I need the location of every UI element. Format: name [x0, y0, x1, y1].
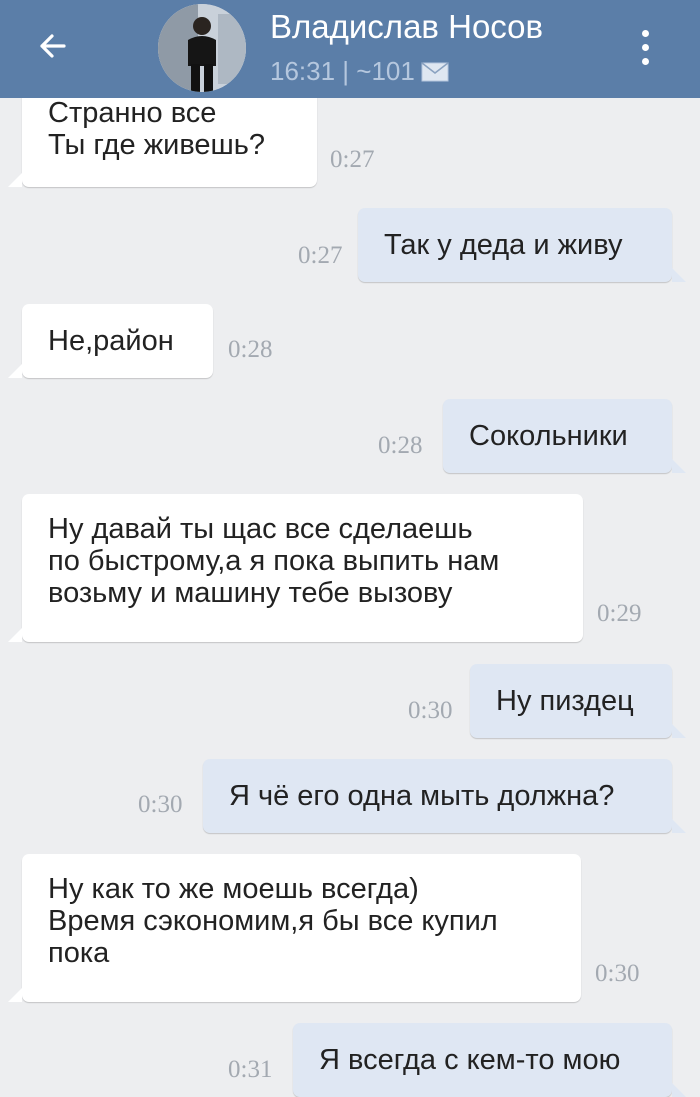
status-text: 16:31 | ~101	[270, 56, 415, 86]
contact-status: 16:31 | ~101	[270, 56, 449, 87]
outgoing-message-bubble[interactable]: Я всегда с кем-то мою	[293, 1023, 686, 1097]
message-time: 0:28	[228, 336, 273, 363]
message-time: 0:30	[138, 791, 183, 818]
message-time: 0:27	[298, 242, 343, 269]
outgoing-message-bubble[interactable]: Ну пиздец	[470, 664, 686, 738]
contact-name[interactable]: Владислав Носов	[270, 8, 543, 46]
message-time: 0:28	[378, 432, 423, 459]
message-text: Так у деда и живу	[384, 229, 623, 261]
arrow-left-icon[interactable]	[34, 26, 74, 66]
message-text: Ну пиздец	[496, 685, 634, 717]
more-vertical-icon[interactable]	[626, 26, 666, 70]
outgoing-message-bubble[interactable]: Сокольники	[443, 399, 686, 473]
avatar[interactable]	[158, 4, 246, 92]
incoming-message-bubble[interactable]: Не,район	[8, 304, 213, 378]
message-text: Я всегда с кем-то мою	[319, 1044, 621, 1076]
outgoing-message-bubble[interactable]: Так у деда и живу	[358, 208, 686, 282]
message-text: пока	[48, 937, 110, 969]
message-text: Ну как то же моешь всегда)	[48, 873, 419, 905]
message-text: по быстрому,а я пока выпить нам	[48, 545, 500, 577]
message-text: Ну давай ты щас все сделаешь	[48, 513, 473, 545]
envelope-icon	[421, 61, 449, 81]
message-text: Время сэкономим,я бы все купил	[48, 905, 498, 937]
message-text: Сокольники	[469, 420, 628, 452]
outgoing-message-bubble[interactable]: Я чё его одна мыть должна?	[203, 759, 686, 833]
incoming-message-bubble[interactable]: Ну как то же моешь всегда) Время сэкономи…	[8, 854, 581, 1002]
message-time: 0:31	[228, 1056, 273, 1083]
message-time: 0:27	[330, 146, 375, 173]
message-time: 0:30	[408, 697, 453, 724]
message-text: возьму и машину тебе вызову	[48, 577, 453, 609]
message-text: Странно все	[48, 97, 217, 129]
message-time: 0:30	[595, 960, 640, 987]
message-text: Не,район	[48, 325, 174, 357]
incoming-message-bubble[interactable]: Странно все Ты где живешь?	[8, 85, 317, 187]
message-text: Ты где живешь?	[48, 129, 266, 161]
incoming-message-bubble[interactable]: Ну давай ты щас все сделаешь по быстрому,…	[8, 494, 583, 642]
message-text: Я чё его одна мыть должна?	[229, 780, 615, 812]
chat-header: Владислав Носов 16:31 | ~101	[0, 0, 700, 98]
message-time: 0:29	[597, 600, 642, 627]
